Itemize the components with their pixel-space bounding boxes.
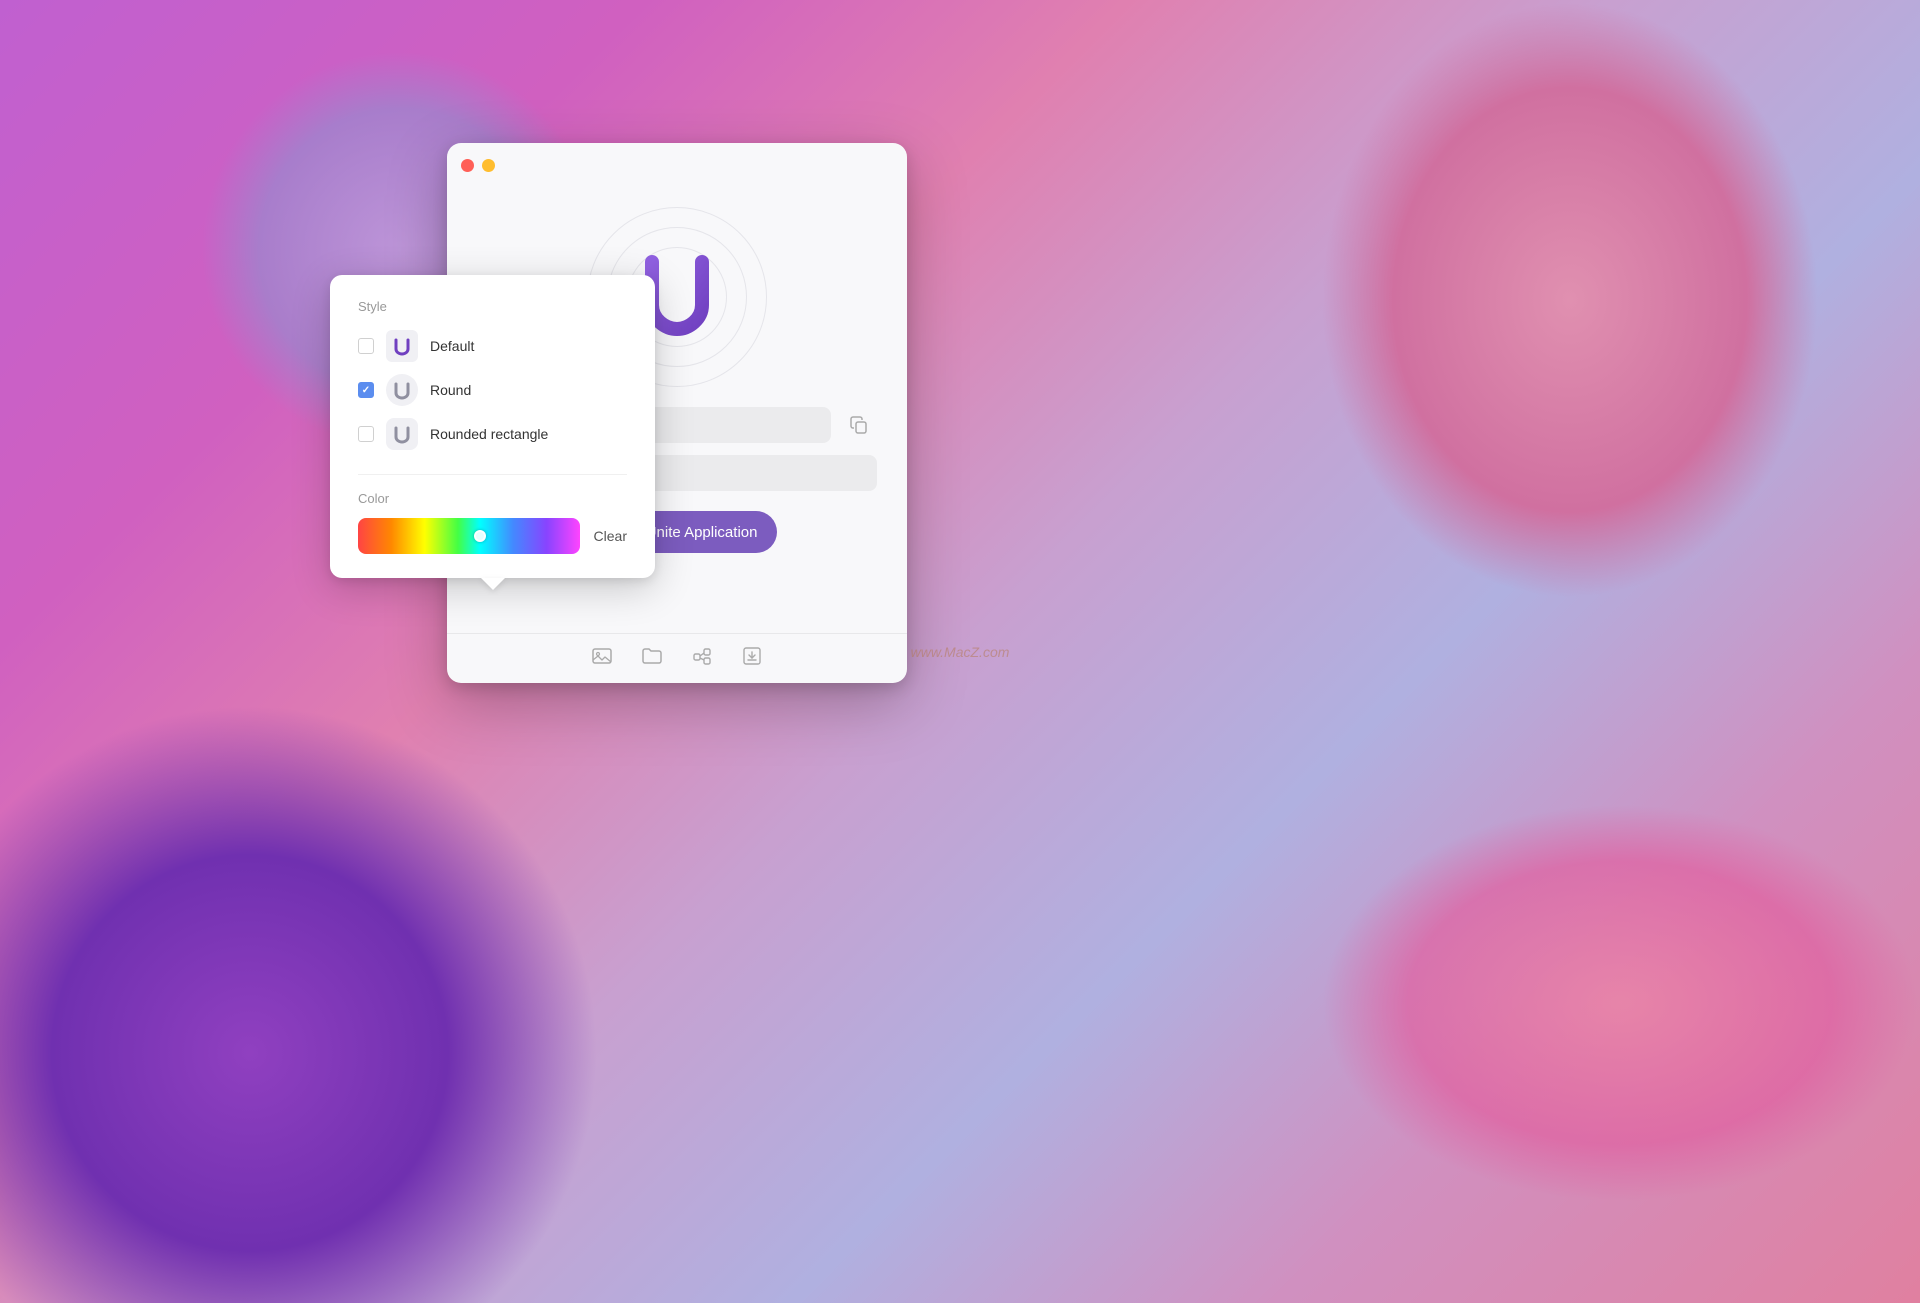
toolbar-folder-icon[interactable] <box>641 645 663 673</box>
copy-icon-button[interactable] <box>841 407 877 443</box>
style-option-default[interactable]: Default <box>358 330 627 362</box>
color-row: Clear <box>358 518 627 554</box>
bg-blob-pink <box>1320 0 1820 600</box>
color-picker-dot <box>474 530 486 542</box>
bg-blob-rose <box>1320 803 1920 1203</box>
toolbar-share-icon[interactable] <box>691 645 713 673</box>
desktop-background <box>0 0 1920 1303</box>
toolbar-image-icon[interactable] <box>591 645 613 673</box>
checkbox-default[interactable] <box>358 338 374 354</box>
window-titlebar <box>447 143 907 187</box>
window-close-button[interactable] <box>461 159 474 172</box>
color-section-label: Color <box>358 491 627 506</box>
style-options-list: Default Round Rounded rectangle <box>358 330 627 450</box>
window-minimize-button[interactable] <box>482 159 495 172</box>
checkbox-rounded-rect[interactable] <box>358 426 374 442</box>
style-popup-panel: Style Default Round <box>330 275 655 578</box>
style-option-rounded-rect[interactable]: Rounded rectangle <box>358 418 627 450</box>
bottom-toolbar <box>447 633 907 683</box>
style-label-default: Default <box>430 338 474 354</box>
style-label-round: Round <box>430 382 471 398</box>
checkbox-round[interactable] <box>358 382 374 398</box>
style-badge-default <box>386 330 418 362</box>
style-badge-round <box>386 374 418 406</box>
style-section-label: Style <box>358 299 627 314</box>
popup-arrow <box>481 578 505 590</box>
style-option-round[interactable]: Round <box>358 374 627 406</box>
window-maximize-button[interactable] <box>503 159 516 172</box>
section-divider <box>358 474 627 475</box>
style-badge-rounded-rect <box>386 418 418 450</box>
color-picker-swatch[interactable] <box>358 518 580 554</box>
toolbar-download-icon[interactable] <box>741 645 763 673</box>
bg-blob-purple <box>0 703 600 1303</box>
style-label-rounded-rect: Rounded rectangle <box>430 426 548 442</box>
clear-button[interactable]: Clear <box>594 528 627 544</box>
